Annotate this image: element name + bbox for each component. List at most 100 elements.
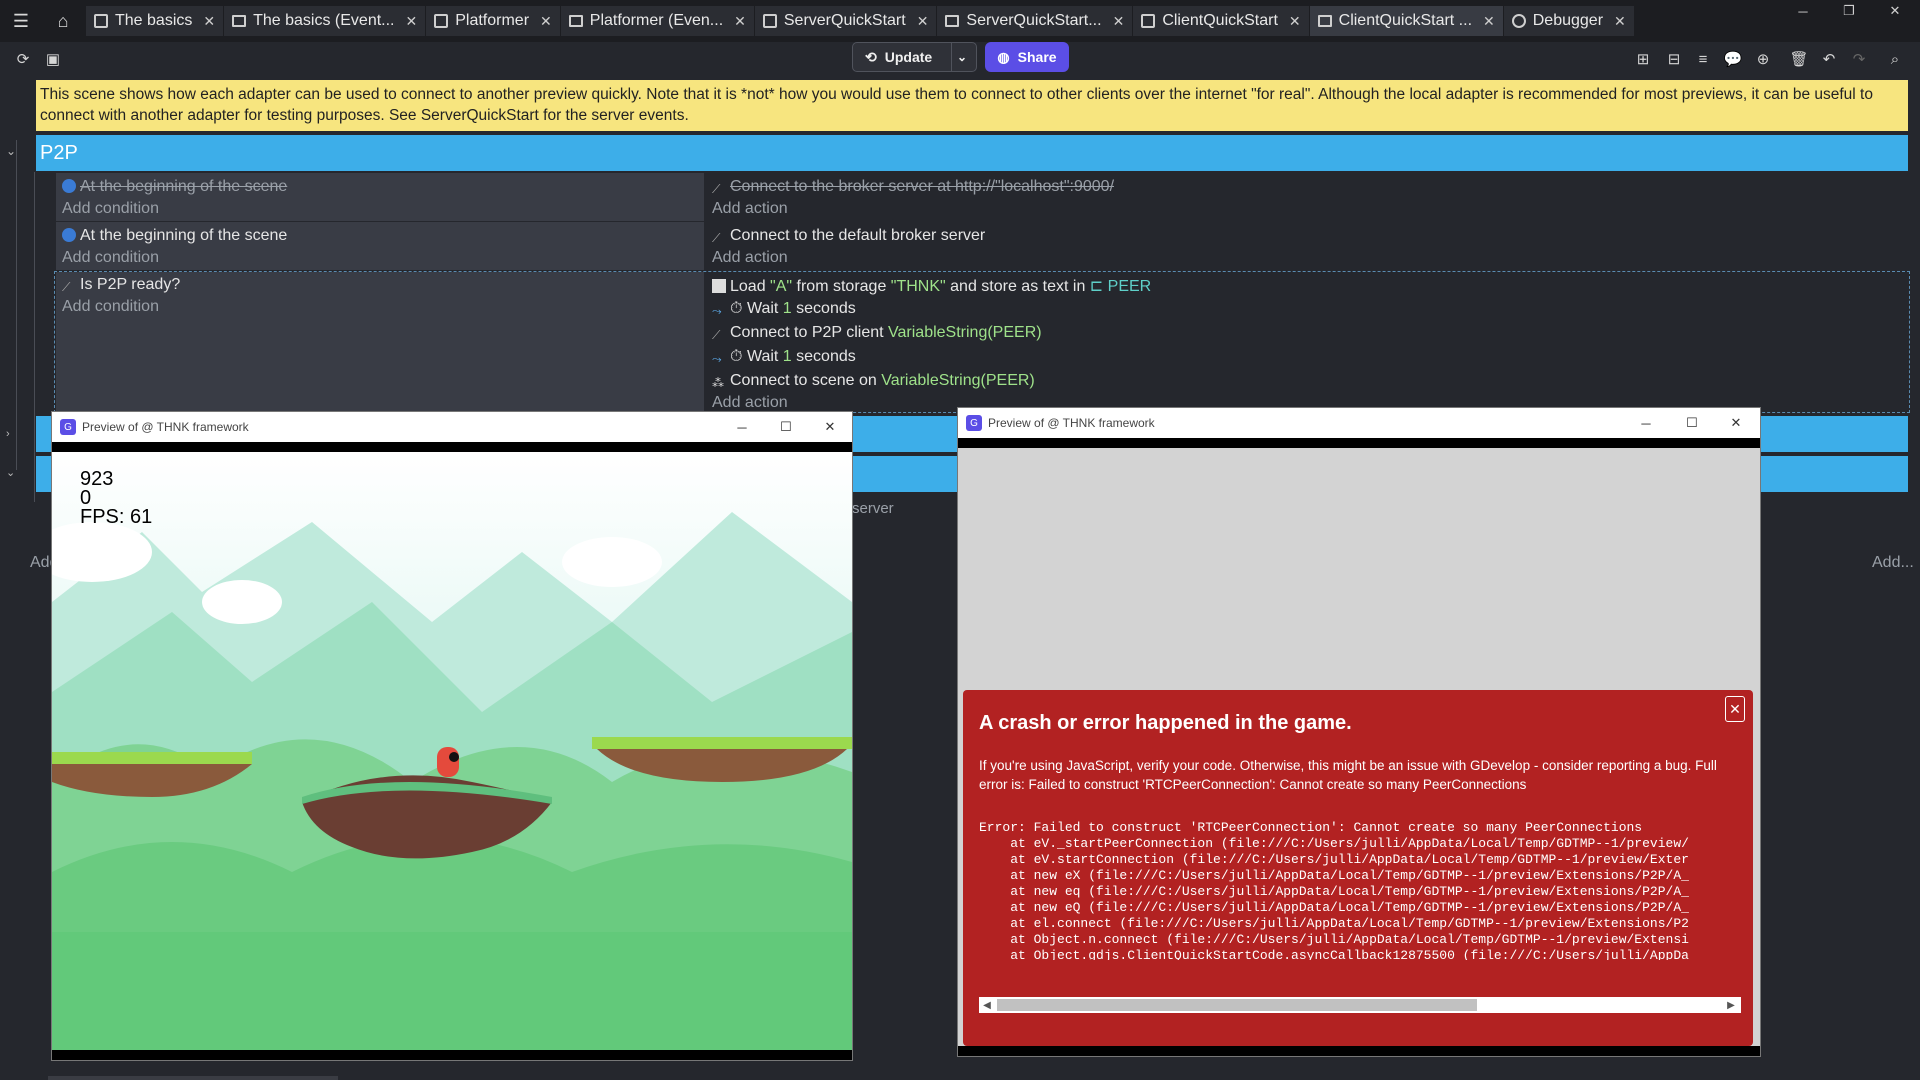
tab-label: Debugger [1532, 12, 1604, 29]
error-panel: ✕ A crash or error happened in the game.… [963, 690, 1753, 1046]
condition-line[interactable]: At the beginning of the scene [62, 178, 287, 196]
tab-1[interactable]: The basics (Event... ✕ [224, 6, 427, 36]
tree-line [16, 140, 17, 470]
action-line[interactable]: ⤳ ⏱ Wait 1 seconds [712, 300, 856, 318]
chevron-down-icon[interactable]: ⌄ [6, 466, 15, 479]
add-other-icon[interactable]: ≡ [1692, 48, 1714, 70]
scroll-right-icon[interactable]: ▶ [1723, 997, 1739, 1013]
close-tab-icon[interactable]: ✕ [917, 13, 929, 30]
tab-label: Platformer (Even... [589, 12, 724, 29]
action-line[interactable]: Load "A" from storage "THNK" and store a… [712, 276, 1151, 296]
undo-icon[interactable]: ↶ [1818, 48, 1840, 70]
add-condition-link[interactable]: Add condition [62, 298, 159, 316]
window-close-icon[interactable]: ✕ [1714, 408, 1758, 438]
close-tab-icon[interactable]: ✕ [406, 13, 418, 30]
condition-line[interactable]: ⟋ Is P2P ready? [62, 276, 180, 294]
gdevelop-icon: G [60, 419, 76, 435]
scene-icon [94, 14, 108, 28]
close-tab-icon[interactable]: ✕ [203, 13, 215, 30]
share-button[interactable]: ◍ Share [985, 42, 1069, 72]
tab-6[interactable]: ClientQuickStart ✕ [1133, 6, 1310, 36]
chevron-down-icon[interactable]: ⌄ [957, 50, 967, 64]
debugger-icon [1511, 14, 1526, 28]
tab-label: Platformer [455, 12, 530, 29]
action-fragment: server [852, 500, 894, 517]
tab-4[interactable]: ServerQuickStart ✕ [754, 6, 938, 36]
action-line[interactable]: ⁂ Connect to scene on VariableString(PEER… [712, 372, 1035, 390]
hud-text: 923 0 FPS: 61 [80, 468, 153, 528]
tab-0[interactable]: The basics ✕ [86, 6, 225, 36]
add-event-icon[interactable]: ⊞ [1632, 48, 1654, 70]
player-character [437, 747, 459, 777]
scrollbar-thumb[interactable] [997, 999, 1477, 1011]
close-icon[interactable]: ✕ [1725, 696, 1745, 722]
action-line[interactable]: ⟋ Connect to P2P client VariableString(PE… [712, 324, 1042, 342]
collapse-chevron-icon[interactable] [8, 80, 20, 100]
error-description: If you're using JavaScript, verify your … [979, 758, 1717, 792]
timer-icon: ⏱ [730, 300, 747, 317]
condition-line[interactable]: At the beginning of the scene [62, 227, 287, 245]
window-maximize-icon[interactable]: ☐ [1670, 408, 1714, 438]
close-tab-icon[interactable]: ✕ [1483, 13, 1495, 30]
add-subevent-icon[interactable]: ⊟ [1663, 48, 1685, 70]
scene-icon [762, 14, 777, 28]
window-close-icon[interactable]: ✕ [808, 412, 852, 442]
comment-event[interactable]: This scene shows how each adapter can be… [36, 80, 1908, 131]
update-button[interactable]: ⟲ Update ⌄ [852, 42, 977, 72]
chevron-down-icon[interactable]: ⌄ [6, 144, 16, 158]
window-minimize-icon[interactable]: ─ [1780, 0, 1826, 22]
action-line[interactable]: ⟋ Connect to the broker server at http://… [712, 178, 1114, 196]
tab-bar: ☰ ⌂ The basics ✕ The basics (Event... ✕ Plat… [0, 0, 1920, 42]
horizontal-scrollbar[interactable] [48, 1076, 338, 1080]
game-canvas[interactable] [52, 452, 852, 1050]
group-header-p2p[interactable]: P2P [36, 135, 1908, 171]
close-tab-icon[interactable]: ✕ [1289, 13, 1301, 30]
redo-icon[interactable]: ↷ [1848, 48, 1870, 70]
tab-label: ServerQuickStart [783, 12, 906, 29]
horizontal-scrollbar[interactable]: ◀ ▶ [979, 997, 1741, 1013]
tab-2[interactable]: Platformer ✕ [426, 6, 561, 36]
window-maximize-icon[interactable]: ☐ [764, 412, 808, 442]
add-circle-icon[interactable]: ⊕ [1752, 48, 1774, 70]
close-tab-icon[interactable]: ✕ [540, 13, 552, 30]
tab-label: ClientQuickStart [1162, 12, 1278, 29]
async-icon: ⤳ [712, 304, 722, 318]
scene-start-icon [62, 228, 76, 242]
save-icon[interactable]: ▣ [42, 48, 64, 70]
timer-icon: ⏱ [730, 348, 747, 365]
comment-icon[interactable]: 💬 [1722, 48, 1744, 70]
add-action-link[interactable]: Add action [712, 200, 788, 218]
tab-3[interactable]: Platformer (Even... ✕ [560, 6, 755, 36]
window-minimize-icon[interactable]: ─ [1624, 408, 1668, 438]
history-icon[interactable]: ⟳ [12, 48, 34, 70]
gdevelop-icon: G [966, 415, 982, 431]
hamburger-menu-icon[interactable]: ☰ [6, 6, 36, 36]
add-action-link[interactable]: Add action [712, 249, 788, 267]
preview-window-1[interactable]: G Preview of @ THNK framework ─ ☐ ✕ 923 … [52, 412, 852, 1060]
tab-5[interactable]: ServerQuickStart... ✕ [937, 6, 1134, 36]
add-event-link[interactable]: Add... [1872, 554, 1914, 572]
close-tab-icon[interactable]: ✕ [1113, 13, 1125, 30]
action-line[interactable]: ⟋ Connect to the default broker server [712, 227, 985, 245]
p2p-icon: ⟋ [62, 280, 71, 294]
delete-icon[interactable]: 🗑 [1788, 48, 1810, 70]
window-minimize-icon[interactable]: ─ [720, 412, 764, 442]
close-tab-icon[interactable]: ✕ [1614, 13, 1626, 30]
error-stack-trace[interactable]: Error: Failed to construct 'RTCPeerConne… [979, 820, 1739, 960]
home-icon[interactable]: ⌂ [48, 6, 78, 36]
window-restore-icon[interactable]: ❐ [1826, 0, 1872, 22]
chevron-right-icon[interactable]: › [6, 428, 10, 440]
tab-8[interactable]: Debugger ✕ [1503, 6, 1635, 36]
add-condition-link[interactable]: Add condition [62, 249, 159, 267]
add-action-link[interactable]: Add action [712, 394, 788, 412]
close-tab-icon[interactable]: ✕ [734, 13, 746, 30]
async-icon: ⤳ [712, 352, 722, 366]
p2p-icon: ⟋ [712, 328, 721, 342]
action-line[interactable]: ⤳ ⏱ Wait 1 seconds [712, 348, 856, 366]
scroll-left-icon[interactable]: ◀ [979, 997, 995, 1013]
storage-icon [712, 279, 726, 293]
search-icon[interactable]: ⌕ [1884, 48, 1906, 70]
window-close-icon[interactable]: ✕ [1872, 0, 1918, 22]
add-condition-link[interactable]: Add condition [62, 200, 159, 218]
tab-7[interactable]: ClientQuickStart ... ✕ [1309, 6, 1504, 36]
